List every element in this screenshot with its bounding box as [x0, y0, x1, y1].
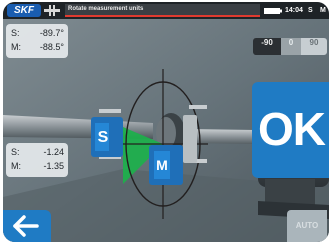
rotation-preset-group: -90 0 90	[253, 38, 327, 55]
angle-readout-panel: S: -89.7° M: -88.5°	[6, 24, 68, 58]
clock: 14:04	[285, 7, 303, 14]
progress-bar	[65, 15, 260, 17]
rotate-minus-90-button[interactable]: -90	[253, 38, 281, 55]
auto-button[interactable]: AUTO	[287, 210, 327, 242]
s-reading-label: S:	[11, 147, 20, 157]
m-angle-value: -88.5°	[39, 42, 64, 52]
arrow-left-icon	[13, 215, 39, 237]
measurement-readout-panel: S: -1.24 M: -1.35	[6, 143, 68, 177]
ok-label: OK!	[258, 103, 329, 155]
brand-logo: SKF	[7, 4, 41, 17]
mode-m-indicator: M	[320, 7, 326, 14]
app-screen: SKF Rotate measurement units 14:04 S M S…	[3, 2, 329, 242]
back-button[interactable]	[3, 210, 51, 242]
m-reading-label: M:	[11, 161, 21, 171]
rotate-90-button[interactable]: 90	[301, 38, 327, 55]
shaft-coupling-icon	[44, 5, 60, 16]
s-measurement-unit: S	[91, 117, 123, 157]
ok-button[interactable]: OK!	[252, 82, 329, 178]
s-angle-label: S:	[11, 28, 20, 38]
m-angle-label: M:	[11, 42, 21, 52]
s-angle-value: -89.7°	[39, 28, 64, 38]
rotate-0-button[interactable]: 0	[281, 38, 301, 55]
s-reading-value: -1.24	[43, 147, 64, 157]
m-reading-value: -1.35	[43, 161, 64, 171]
s-unit-label: S	[98, 129, 109, 146]
mode-s-indicator: S	[308, 7, 313, 14]
m-measurement-unit: M	[149, 145, 183, 185]
m-unit-label: M	[156, 157, 168, 173]
battery-icon	[264, 8, 282, 14]
top-bar: SKF Rotate measurement units 14:04 S M	[3, 2, 329, 19]
